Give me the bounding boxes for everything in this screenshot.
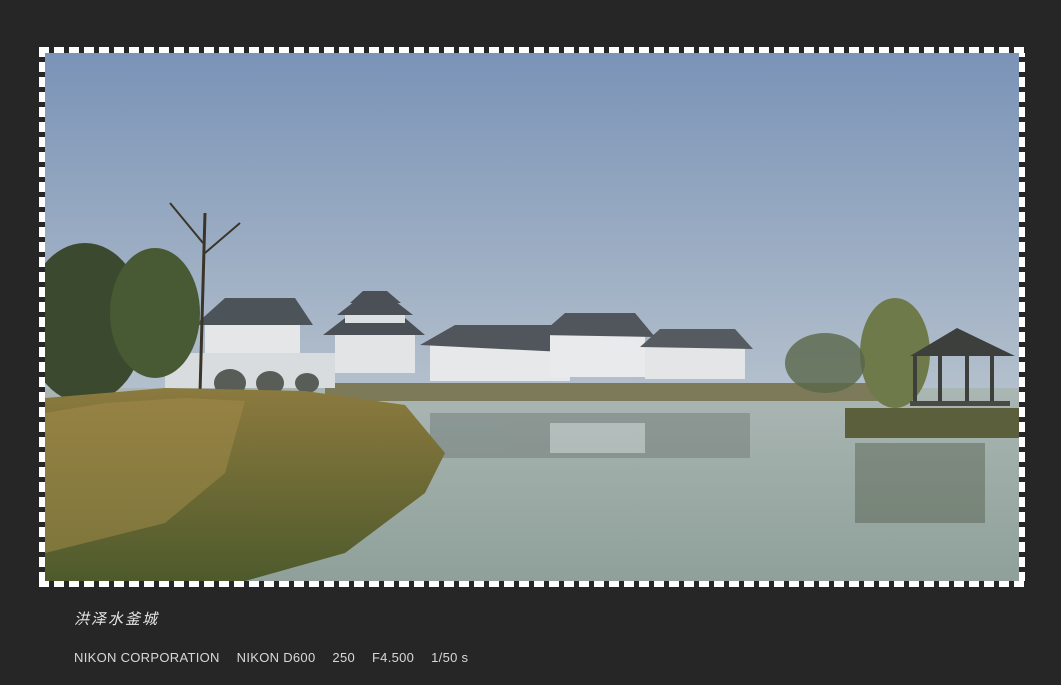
landscape-photo xyxy=(45,53,1019,581)
right-bank xyxy=(845,408,1019,438)
photo-frame xyxy=(39,47,1025,587)
exif-info: NIKON CORPORATION NIKON D600 250 F4.500 … xyxy=(74,650,481,665)
lakeside-scene-illustration xyxy=(45,53,1019,581)
photo-caption-title: 洪泽水釜城 xyxy=(74,610,160,628)
exif-aperture: F4.500 xyxy=(371,650,415,665)
exif-iso: 250 xyxy=(332,650,356,665)
exif-maker: NIKON CORPORATION xyxy=(74,650,220,665)
exif-model: NIKON D600 xyxy=(236,650,316,665)
exif-shutter: 1/50 s xyxy=(431,650,469,665)
